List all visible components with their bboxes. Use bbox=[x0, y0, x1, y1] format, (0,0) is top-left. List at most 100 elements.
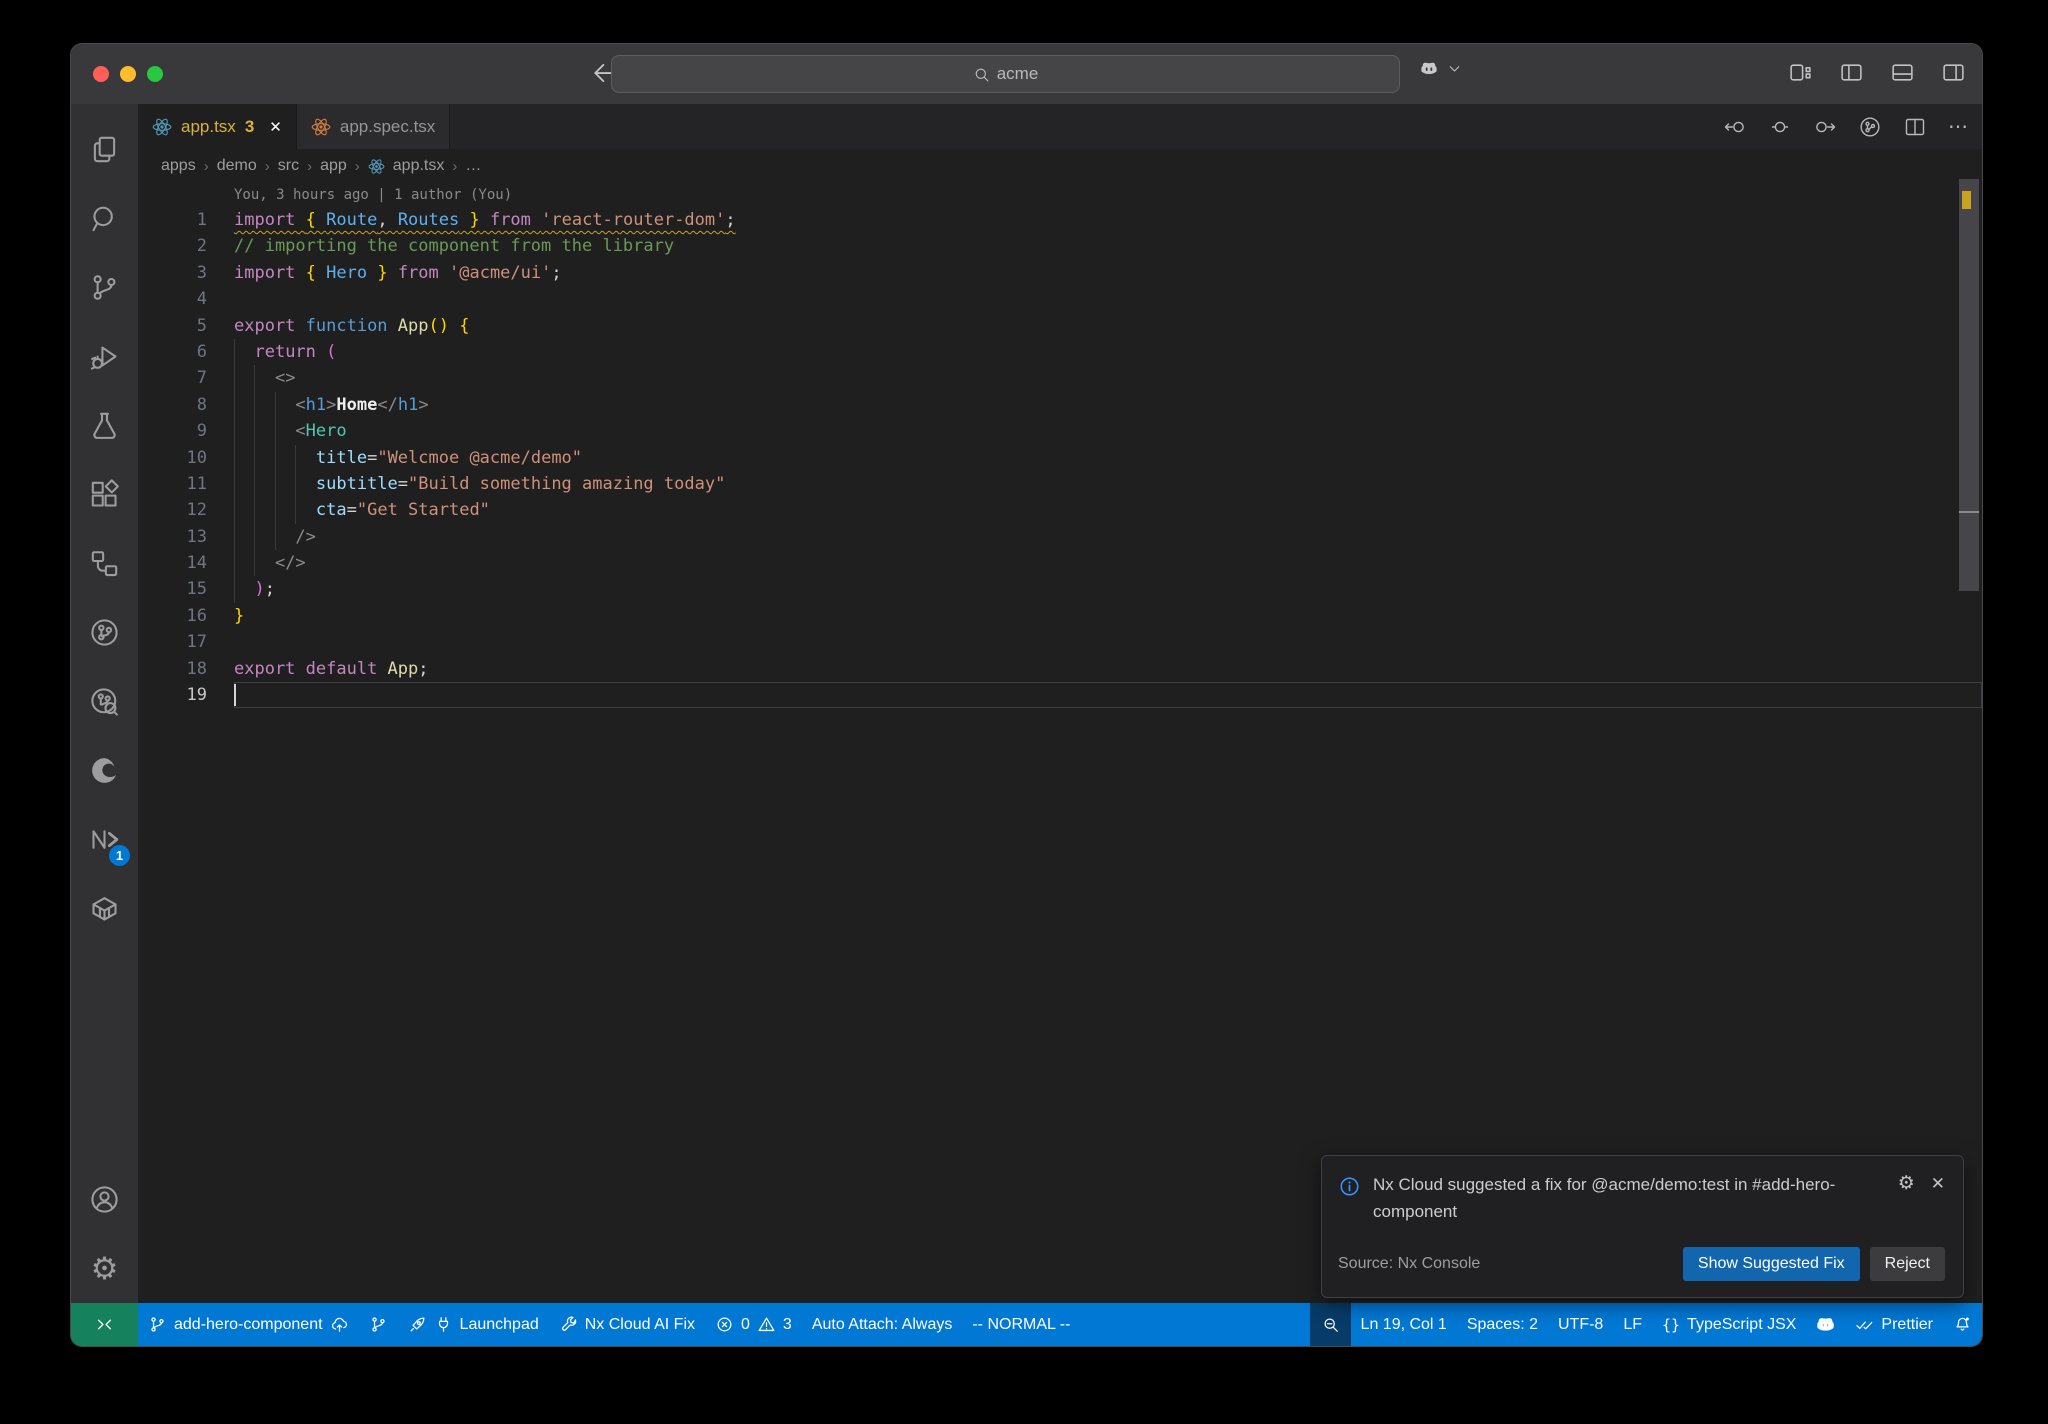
tab-app-spec-tsx[interactable]: app.spec.tsx bbox=[296, 104, 451, 149]
reject-button[interactable]: Reject bbox=[1869, 1247, 1945, 1281]
toggle-panel-icon[interactable] bbox=[1890, 60, 1915, 85]
customize-layout-icon[interactable] bbox=[1788, 60, 1813, 85]
breadcrumb-item[interactable]: demo bbox=[217, 157, 257, 175]
code-line[interactable]: 14 </> bbox=[138, 550, 1982, 577]
run-debug-icon[interactable] bbox=[71, 322, 138, 391]
code-line[interactable]: 2// importing the component from the lib… bbox=[138, 233, 1982, 259]
code-line[interactable]: 15 ); bbox=[138, 576, 1982, 603]
code-line[interactable]: 18 export default App; bbox=[138, 656, 1982, 682]
code-line[interactable]: 11 subtitle="Build something amazing tod… bbox=[138, 470, 1982, 498]
code-line[interactable]: 19 bbox=[138, 682, 1982, 708]
notification-settings-icon[interactable]: ⚙ bbox=[1898, 1174, 1915, 1193]
rocket-icon bbox=[410, 1317, 425, 1332]
settings-gear-icon[interactable]: ⚙ bbox=[71, 1234, 138, 1303]
auto-attach-item[interactable]: Auto Attach: Always bbox=[802, 1303, 963, 1346]
more-actions-icon[interactable]: ⋯ bbox=[1948, 114, 1970, 139]
nx-cloud-fix-item[interactable]: Nx Cloud AI Fix bbox=[549, 1303, 705, 1346]
notifications-bell-item[interactable] bbox=[1943, 1303, 1982, 1346]
zoom-out-icon bbox=[1324, 1318, 1338, 1332]
line-number: 11 bbox=[186, 473, 207, 494]
code-line[interactable]: 1 import { Route, Routes } from 'react-ro… bbox=[138, 207, 1982, 233]
notification-toast: Nx Cloud suggested a fix for @acme/demo:… bbox=[1321, 1155, 1964, 1298]
hierarchy-icon[interactable] bbox=[71, 529, 138, 598]
extensions-icon[interactable] bbox=[71, 460, 138, 529]
gitlens-icon[interactable] bbox=[71, 598, 138, 667]
edge-browser-icon[interactable] bbox=[71, 736, 138, 805]
scrollbar-thumb[interactable] bbox=[1959, 179, 1979, 591]
react-icon bbox=[368, 157, 385, 175]
encoding-item[interactable]: UTF-8 bbox=[1548, 1303, 1613, 1346]
launchpad-item[interactable]: Launchpad bbox=[398, 1303, 549, 1346]
breadcrumb-item[interactable]: app.tsx bbox=[393, 157, 445, 175]
zoom-indicator-item[interactable] bbox=[1309, 1303, 1351, 1346]
commit-graph-icon[interactable] bbox=[71, 667, 138, 736]
show-suggested-fix-button[interactable]: Show Suggested Fix bbox=[1682, 1247, 1860, 1281]
toggle-secondary-sidebar-icon[interactable] bbox=[1941, 60, 1966, 85]
code-line[interactable]: 4 bbox=[138, 286, 1982, 312]
breadcrumb-item[interactable]: src bbox=[278, 157, 299, 175]
wrench-icon bbox=[561, 1316, 576, 1331]
next-change-icon[interactable] bbox=[1813, 115, 1837, 139]
git-blame-lens[interactable]: You, 3 hours ago | 1 author (You) bbox=[138, 183, 1982, 207]
copilot-status-item[interactable] bbox=[1806, 1303, 1845, 1346]
notification-close-icon[interactable]: ✕ bbox=[1931, 1174, 1945, 1194]
eol-item[interactable]: LF bbox=[1613, 1303, 1652, 1346]
commit-graph-circle-icon[interactable] bbox=[1858, 115, 1882, 139]
code-line[interactable]: 3 import { Hero } from '@acme/ui'; bbox=[138, 260, 1982, 286]
breadcrumb-separator: › bbox=[307, 157, 313, 175]
breadcrumb-separator: › bbox=[452, 157, 458, 175]
change-icon[interactable] bbox=[1768, 115, 1792, 139]
breadcrumb-item[interactable]: … bbox=[465, 157, 481, 175]
code-line[interactable]: 12 cta="Get Started" bbox=[138, 497, 1982, 524]
previous-change-icon[interactable] bbox=[1723, 115, 1747, 139]
testing-icon[interactable] bbox=[71, 391, 138, 460]
vim-mode-item[interactable]: -- NORMAL -- bbox=[962, 1303, 1080, 1346]
cursor-position-item[interactable]: Ln 19, Col 1 bbox=[1351, 1303, 1457, 1346]
copilot-menu[interactable] bbox=[1416, 59, 1463, 78]
code-line[interactable]: 8 <h1>Home</h1> bbox=[138, 391, 1982, 419]
maximize-window-button[interactable] bbox=[147, 66, 163, 82]
command-center-search[interactable]: acme bbox=[611, 55, 1400, 93]
breadcrumb-separator: › bbox=[354, 157, 360, 175]
code-line[interactable]: 16} bbox=[138, 603, 1982, 629]
line-number: 15 bbox=[186, 579, 207, 600]
text-cursor bbox=[234, 684, 236, 707]
breadcrumb-item[interactable]: app bbox=[320, 157, 347, 175]
accounts-icon[interactable] bbox=[71, 1165, 138, 1234]
split-editor-icon[interactable] bbox=[1903, 115, 1927, 139]
source-control-icon[interactable] bbox=[71, 253, 138, 322]
minimize-window-button[interactable] bbox=[120, 66, 136, 82]
launchpad-label: Launchpad bbox=[459, 1315, 539, 1333]
branch-icon bbox=[151, 1317, 164, 1332]
remote-indicator[interactable] bbox=[71, 1303, 138, 1346]
plug-icon bbox=[438, 1317, 448, 1332]
breadcrumb-item[interactable]: apps bbox=[161, 157, 196, 175]
search-view-icon[interactable] bbox=[71, 184, 138, 253]
code-line[interactable]: 13 /> bbox=[138, 523, 1982, 551]
nx-console-icon[interactable]: 1 bbox=[71, 805, 138, 874]
tab-app-tsx[interactable]: app.tsx 3 ✕ bbox=[138, 104, 297, 149]
code-line[interactable]: 6 return ( bbox=[138, 338, 1982, 366]
problems-item[interactable]: 0 3 bbox=[705, 1303, 802, 1346]
close-window-button[interactable] bbox=[93, 66, 109, 82]
source-control-status-item[interactable] bbox=[359, 1303, 398, 1346]
git-branch-item[interactable]: add-hero-component bbox=[138, 1303, 359, 1346]
line-number: 3 bbox=[196, 262, 207, 283]
error-icon bbox=[717, 1317, 732, 1332]
info-icon bbox=[1340, 1177, 1359, 1196]
explorer-icon[interactable] bbox=[71, 115, 138, 184]
breadcrumb-separator: › bbox=[264, 157, 270, 175]
language-mode-item[interactable]: {} TypeScript JSX bbox=[1652, 1303, 1806, 1346]
search-icon bbox=[975, 68, 989, 81]
code-line[interactable]: 5 export function App() { bbox=[138, 313, 1982, 339]
containers-icon[interactable] bbox=[71, 874, 138, 943]
indentation-item[interactable]: Spaces: 2 bbox=[1457, 1303, 1548, 1346]
code-line[interactable]: 17 bbox=[138, 629, 1982, 655]
code-line[interactable]: 10 title="Welcmoe @acme/demo" bbox=[138, 444, 1982, 471]
code-line[interactable]: 9 <Hero bbox=[138, 418, 1982, 445]
line-number: 13 bbox=[186, 526, 207, 547]
formatter-item[interactable]: Prettier bbox=[1845, 1303, 1943, 1346]
code-line[interactable]: 7 <> bbox=[138, 365, 1982, 392]
toggle-sidebar-icon[interactable] bbox=[1839, 60, 1864, 85]
close-tab-icon[interactable]: ✕ bbox=[269, 118, 282, 136]
